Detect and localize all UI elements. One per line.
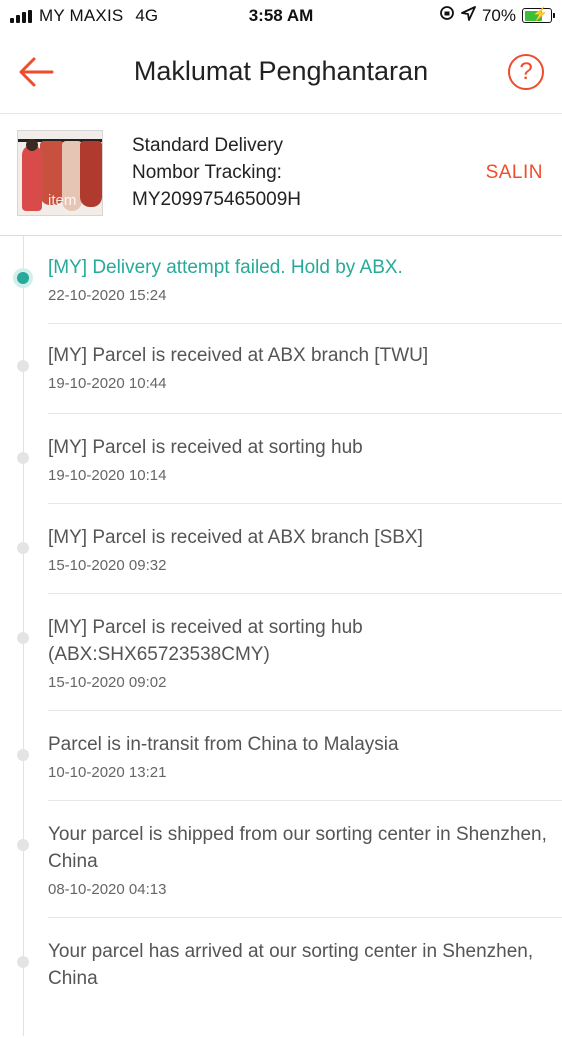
- event-description: Your parcel has arrived at our sorting c…: [48, 941, 534, 989]
- timeline-event: [MY] Delivery attempt failed. Hold by AB…: [17, 236, 562, 324]
- timeline-event: Parcel is in-transit from China to Malay…: [17, 711, 562, 801]
- timeline-event: [MY] Parcel is received at sorting hub 19…: [17, 414, 562, 504]
- event-description: [MY] Parcel is received at ABX branch [S…: [48, 527, 423, 548]
- timeline-event: [MY] Parcel is received at sorting hub (…: [17, 594, 562, 711]
- tracking-number: MY209975465009H: [132, 189, 302, 210]
- shipment-summary: item Standard Delivery Nombor Tracking: …: [0, 114, 562, 236]
- timeline-event: [MY] Parcel is received at ABX branch [S…: [17, 504, 562, 594]
- question-icon: ?: [519, 58, 533, 85]
- event-description: [MY] Parcel is received at ABX branch [T…: [48, 345, 429, 366]
- thumbnail-watermark: item: [48, 192, 77, 209]
- event-timestamp: 19-10-2020 10:14: [48, 467, 167, 484]
- event-timestamp: 15-10-2020 09:32: [48, 557, 167, 574]
- timeline-dot-active: [17, 272, 29, 284]
- page-title: Maklumat Penghantaran: [133, 56, 429, 86]
- event-description: [MY] Delivery attempt failed. Hold by AB…: [48, 257, 403, 278]
- timeline-dot: [17, 632, 29, 644]
- timeline-dot: [17, 452, 29, 464]
- event-timestamp: 10-10-2020 13:21: [48, 764, 167, 781]
- rotation-lock-icon: [439, 5, 455, 26]
- tracking-label: Nombor Tracking:: [132, 162, 282, 183]
- timeline-event: Your parcel has arrived at our sorting c…: [17, 918, 562, 1038]
- battery-percent: 70%: [481, 5, 516, 25]
- app-header: Maklumat Penghantaran ?: [0, 32, 562, 114]
- shipment-info: Standard Delivery Nombor Tracking: MY209…: [132, 132, 301, 213]
- help-button[interactable]: ?: [508, 54, 544, 90]
- timeline-dot: [17, 956, 29, 968]
- event-description: [MY] Parcel is received at sorting hub: [48, 437, 363, 458]
- timeline-dot: [17, 360, 29, 372]
- timeline-event: [MY] Parcel is received at ABX branch [T…: [17, 324, 562, 414]
- event-timestamp: 22-10-2020 15:24: [48, 287, 167, 304]
- delivery-service: Standard Delivery: [132, 135, 284, 156]
- status-bar: MY MAXIS 4G 3:58 AM 70% ⚡: [0, 0, 562, 32]
- location-icon: [461, 5, 476, 26]
- timeline-dot: [17, 839, 29, 851]
- tracking-timeline: [MY] Delivery attempt failed. Hold by AB…: [0, 236, 562, 1038]
- timeline-dot: [17, 749, 29, 761]
- timeline-event: Your parcel is shipped from our sorting …: [17, 801, 562, 918]
- event-description: Your parcel is shipped from our sorting …: [48, 824, 547, 872]
- battery-icon: ⚡: [522, 6, 555, 23]
- event-description: [MY] Parcel is received at sorting hub (…: [48, 617, 363, 665]
- status-right: 70% ⚡: [439, 5, 555, 26]
- event-timestamp: 08-10-2020 04:13: [48, 881, 167, 898]
- timeline-dot: [17, 542, 29, 554]
- copy-button[interactable]: SALIN: [486, 162, 543, 184]
- product-thumbnail: item: [17, 130, 103, 216]
- event-description: Parcel is in-transit from China to Malay…: [48, 734, 399, 755]
- event-timestamp: 15-10-2020 09:02: [48, 674, 167, 691]
- event-timestamp: 19-10-2020 10:44: [48, 375, 167, 392]
